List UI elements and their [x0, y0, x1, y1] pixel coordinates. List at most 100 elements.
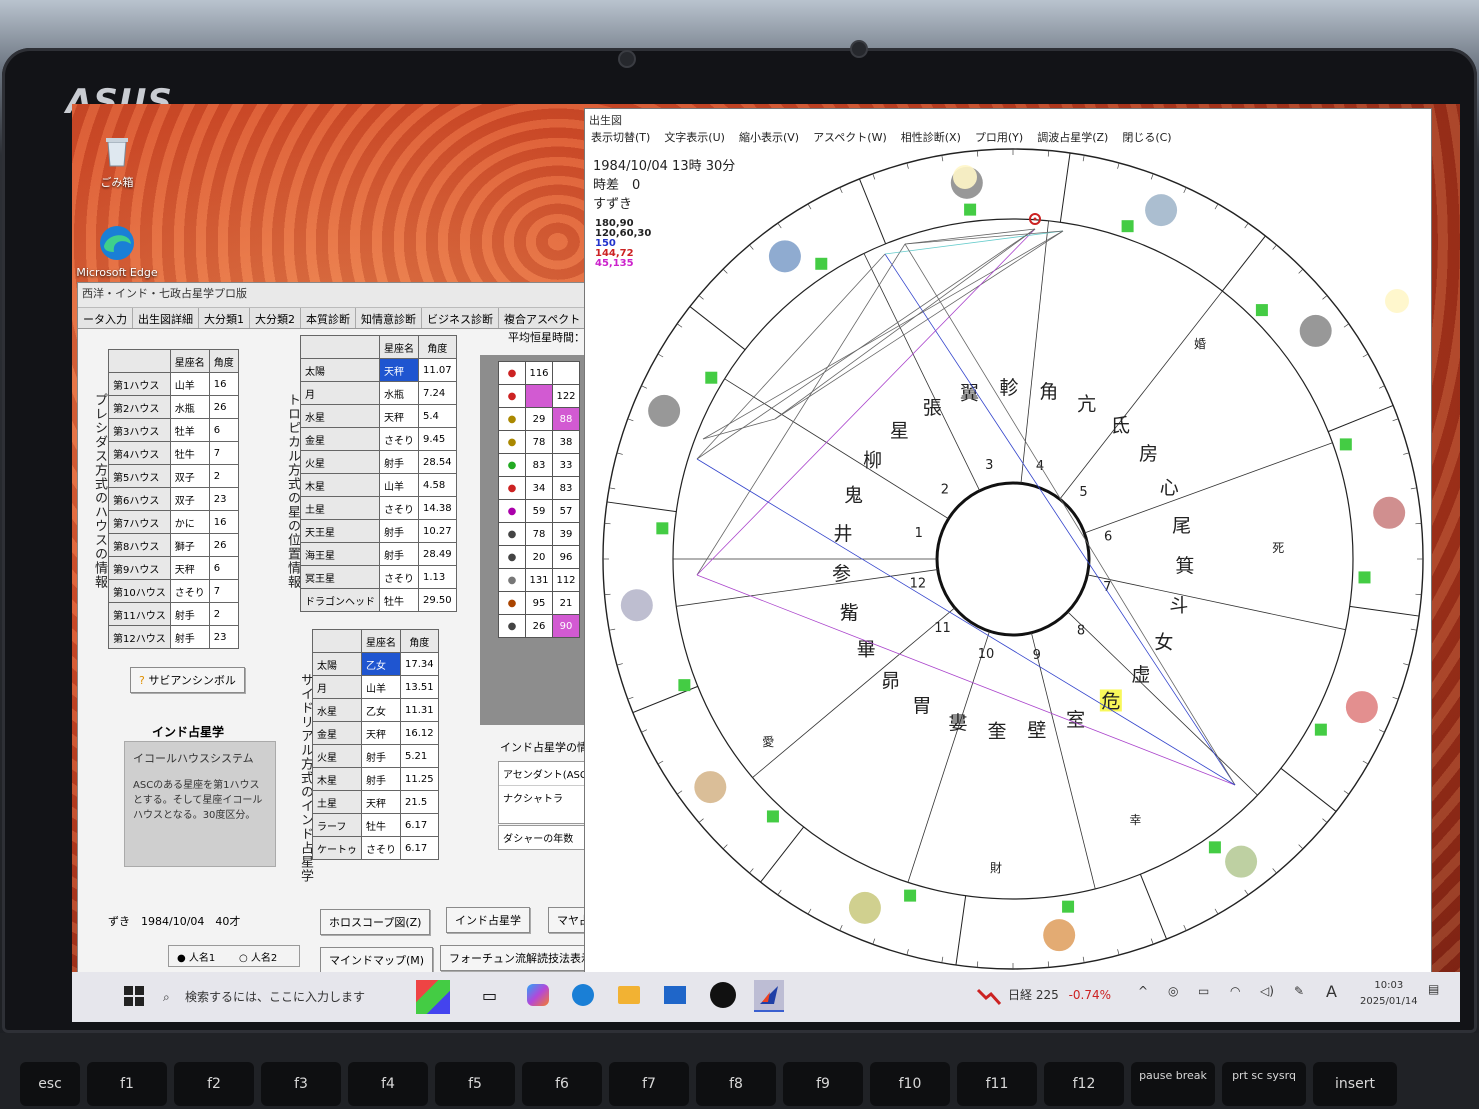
table-row[interactable]: 金星 さそり 9.45 — [300, 427, 457, 451]
table-row[interactable]: 金星 天秤 16.12 — [312, 721, 439, 745]
volume-icon[interactable]: ◁) — [1260, 984, 1274, 998]
tab-business[interactable]: ビジネス診断 — [422, 308, 499, 328]
table-row[interactable]: 水星 天秤 5.4 — [300, 404, 457, 428]
table-row[interactable]: ラーフ 牡牛 6.17 — [312, 813, 439, 837]
clock[interactable]: 10:03 2025/01/14 — [1360, 978, 1418, 1010]
key-f4[interactable]: f4 — [348, 1062, 428, 1106]
wifi-icon[interactable]: ◠ — [1230, 984, 1240, 998]
tab-category1[interactable]: 大分類1 — [199, 308, 250, 328]
mindmap-button[interactable]: マインドマップ(M) — [320, 947, 434, 973]
app-icon[interactable] — [710, 982, 736, 1008]
table-row[interactable]: 第2ハウス 水瓶 26 — [108, 395, 239, 419]
key-insert[interactable]: insert — [1313, 1062, 1397, 1106]
table-row[interactable]: 土星 天秤 21.5 — [312, 790, 439, 814]
key-f8[interactable]: f8 — [696, 1062, 776, 1106]
table-row[interactable]: 土星 さそり 14.38 — [300, 496, 457, 520]
task-view-icon[interactable]: ▭ — [482, 986, 497, 1005]
key-prt-sc-sysrq[interactable]: prt sc sysrq — [1222, 1062, 1306, 1106]
table-row[interactable]: 第1ハウス 山羊 16 — [108, 372, 239, 396]
table-row[interactable]: 第3ハウス 牡羊 6 — [108, 418, 239, 442]
table-row[interactable]: 火星 射手 28.54 — [300, 450, 457, 474]
zodiac-sign-icon — [694, 771, 727, 804]
desktop-icon-edge[interactable]: Microsoft Edge — [72, 224, 162, 279]
radio-name2[interactable]: ○ 人名2 — [239, 949, 277, 964]
desktop-icon-recycle-bin[interactable]: ごみ箱 — [72, 132, 162, 190]
table-row[interactable]: ドラゴンヘッド 牡牛 29.50 — [300, 588, 457, 612]
key-f10[interactable]: f10 — [870, 1062, 950, 1106]
india-button[interactable]: インド占星学 — [446, 907, 530, 933]
table-cell: 射手 — [379, 519, 419, 543]
table-row[interactable]: 第4ハウス 牡牛 7 — [108, 441, 239, 465]
table-row[interactable]: 第6ハウス 双子 23 — [108, 487, 239, 511]
key-f3[interactable]: f3 — [261, 1062, 341, 1106]
person-summary: ずき 1984/10/04 40才 — [108, 915, 241, 928]
degree-tick — [722, 268, 728, 274]
tab-birth-details[interactable]: 出生図詳細 — [133, 308, 199, 328]
table-row[interactable]: 太陽 乙女 17.34 — [312, 652, 439, 676]
mail-icon[interactable] — [664, 986, 686, 1004]
table-row[interactable]: 第8ハウス 獅子 26 — [108, 533, 239, 557]
table-cell: 第3ハウス — [108, 418, 171, 442]
table-row[interactable]: ケートゥ さそり 6.17 — [312, 836, 439, 860]
table-row[interactable]: 第12ハウス 射手 23 — [108, 625, 239, 649]
table-row[interactable]: 第9ハウス 天秤 6 — [108, 556, 239, 580]
table-row[interactable]: 太陽 天秤 11.07 — [300, 358, 457, 382]
stock-ticker[interactable]: 日経 225 -0.74% — [1008, 986, 1111, 1003]
key-f9[interactable]: f9 — [783, 1062, 863, 1106]
key-f1[interactable]: f1 — [87, 1062, 167, 1106]
table-row[interactable]: 火星 射手 5.21 — [312, 744, 439, 768]
table-cell: 第4ハウス — [108, 441, 171, 465]
table-row[interactable]: 第5ハウス 双子 2 — [108, 464, 239, 488]
table-cell: 天秤 — [169, 556, 210, 580]
table-row[interactable]: 月水瓶 7.24 — [300, 381, 457, 405]
pen-icon[interactable]: ✎ — [1294, 984, 1304, 998]
key-esc[interactable]: esc — [20, 1062, 80, 1106]
tray-chevron-icon[interactable]: ^ — [1138, 984, 1148, 998]
degree-tick — [906, 162, 909, 169]
table-row[interactable]: 月山羊 13.51 — [312, 675, 439, 699]
region-label: 愛 — [762, 735, 774, 749]
key-f6[interactable]: f6 — [522, 1062, 602, 1106]
notification-icon[interactable]: ▤ — [1428, 982, 1439, 996]
table-row[interactable]: 冥王星 さそり 1.13 — [300, 565, 457, 589]
copilot-icon[interactable] — [527, 984, 549, 1006]
table-cell: 4.58 — [418, 473, 457, 497]
table-row[interactable]: 木星 射手 11.25 — [312, 767, 439, 791]
table-row[interactable]: 第11ハウス 射手 2 — [108, 602, 239, 626]
table-row[interactable]: 第10ハウス さそり 7 — [108, 579, 239, 603]
sabian-symbol-button[interactable]: ? サビアンシンボル — [130, 667, 245, 693]
start-icon[interactable] — [124, 986, 144, 1010]
key-f11[interactable]: f11 — [957, 1062, 1037, 1106]
aspect-row: ● 34 83 — [498, 476, 580, 500]
mansion-label: 尾 — [1172, 515, 1191, 537]
table-row[interactable]: 海王星 射手 28.49 — [300, 542, 457, 566]
taskbar-search[interactable]: ⌕ 検索するには、ここに入力します — [157, 980, 445, 1014]
degree-tick — [1392, 696, 1399, 700]
tray-app-icon[interactable]: ◎ — [1168, 984, 1178, 998]
radio-name1[interactable]: ● 人名1 — [177, 949, 215, 964]
tab-input[interactable]: ータ入力 — [78, 308, 133, 328]
key-f5[interactable]: f5 — [435, 1062, 515, 1106]
table-row[interactable]: 天王星 射手 10.27 — [300, 519, 457, 543]
table-row[interactable]: 第7ハウス かに 16 — [108, 510, 239, 534]
edge-taskbar-icon[interactable] — [572, 984, 594, 1006]
tab-category2[interactable]: 大分類2 — [250, 308, 301, 328]
table-row[interactable]: 水星 乙女 11.31 — [312, 698, 439, 722]
sign-divider — [955, 895, 967, 966]
table-cell: 射手 — [361, 767, 401, 791]
key-f12[interactable]: f12 — [1044, 1062, 1124, 1106]
key-pause-break[interactable]: pause break — [1131, 1062, 1215, 1106]
tab-essence[interactable]: 本質診断 — [301, 308, 356, 328]
table-row[interactable]: 木星 山羊 4.58 — [300, 473, 457, 497]
file-explorer-icon[interactable] — [618, 986, 640, 1004]
horoscope-button[interactable]: ホロスコープ図(Z) — [320, 909, 431, 935]
key-f2[interactable]: f2 — [174, 1062, 254, 1106]
tab-composite[interactable]: 複合アスペクト — [499, 308, 587, 328]
astrology-app-taskbar-icon[interactable] — [754, 980, 784, 1012]
degree-tick — [777, 889, 782, 896]
key-f7[interactable]: f7 — [609, 1062, 689, 1106]
tab-mind[interactable]: 知情意診断 — [356, 308, 422, 328]
battery-icon[interactable]: ▭ — [1198, 984, 1209, 998]
ime-indicator[interactable]: A — [1326, 982, 1337, 1001]
table-cell: ケートゥ — [312, 836, 362, 860]
